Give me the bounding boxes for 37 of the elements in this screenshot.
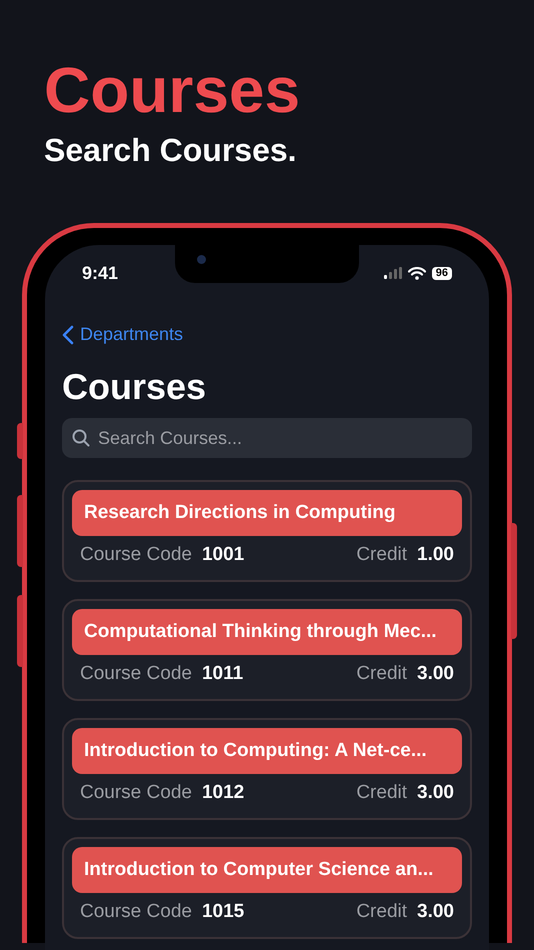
course-title: Introduction to Computing: A Net-ce... (72, 728, 462, 774)
course-title: Research Directions in Computing (72, 490, 462, 536)
credit-label: Credit (356, 900, 408, 924)
side-button[interactable] (17, 423, 23, 459)
code-label: Course Code (80, 542, 192, 567)
signal-icon (384, 267, 402, 279)
code-label: Course Code (80, 900, 192, 924)
subheadline: Search Courses. (44, 131, 297, 170)
credit-value: 3.00 (417, 662, 454, 686)
credit-value: 3.00 (417, 780, 454, 805)
course-card[interactable]: Introduction to Computing: A Net-ce... Course Code 1012 Credit 3.00 (62, 718, 472, 820)
back-chevron-icon[interactable] (62, 324, 74, 344)
course-card[interactable]: Computational Thinking through Mec... Course Code 1011 Credit 3.00 (62, 599, 472, 701)
wifi-icon (408, 266, 426, 280)
course-code: 1012 (202, 780, 244, 805)
code-label: Course Code (80, 780, 192, 805)
code-label: Course Code (80, 662, 192, 686)
course-code: 1015 (202, 900, 244, 924)
credit-label: Credit (356, 780, 408, 805)
course-code: 1011 (202, 662, 244, 686)
credit-value: 1.00 (417, 542, 454, 567)
course-title: Introduction to Computer Science an... (72, 847, 462, 893)
battery-indicator: 96 (432, 266, 452, 280)
status-time: 9:41 (82, 262, 118, 284)
back-link[interactable]: Departments (80, 321, 184, 348)
credit-value: 3.00 (417, 900, 454, 924)
camera-icon (197, 255, 206, 264)
search-icon (72, 429, 90, 447)
page-title: Courses (62, 366, 206, 408)
search-field[interactable]: Search Courses... (62, 418, 472, 458)
course-code: 1001 (202, 542, 244, 567)
course-card[interactable]: Introduction to Computer Science an... Course Code 1015 Credit 3.00 (62, 837, 472, 939)
credit-label: Credit (356, 542, 408, 567)
course-title: Computational Thinking through Mec... (72, 609, 462, 655)
headline: Courses (44, 53, 300, 128)
credit-label: Credit (356, 662, 408, 686)
course-card[interactable]: Research Directions in Computing Course Code 1001 Credit 1.00 (62, 480, 472, 582)
